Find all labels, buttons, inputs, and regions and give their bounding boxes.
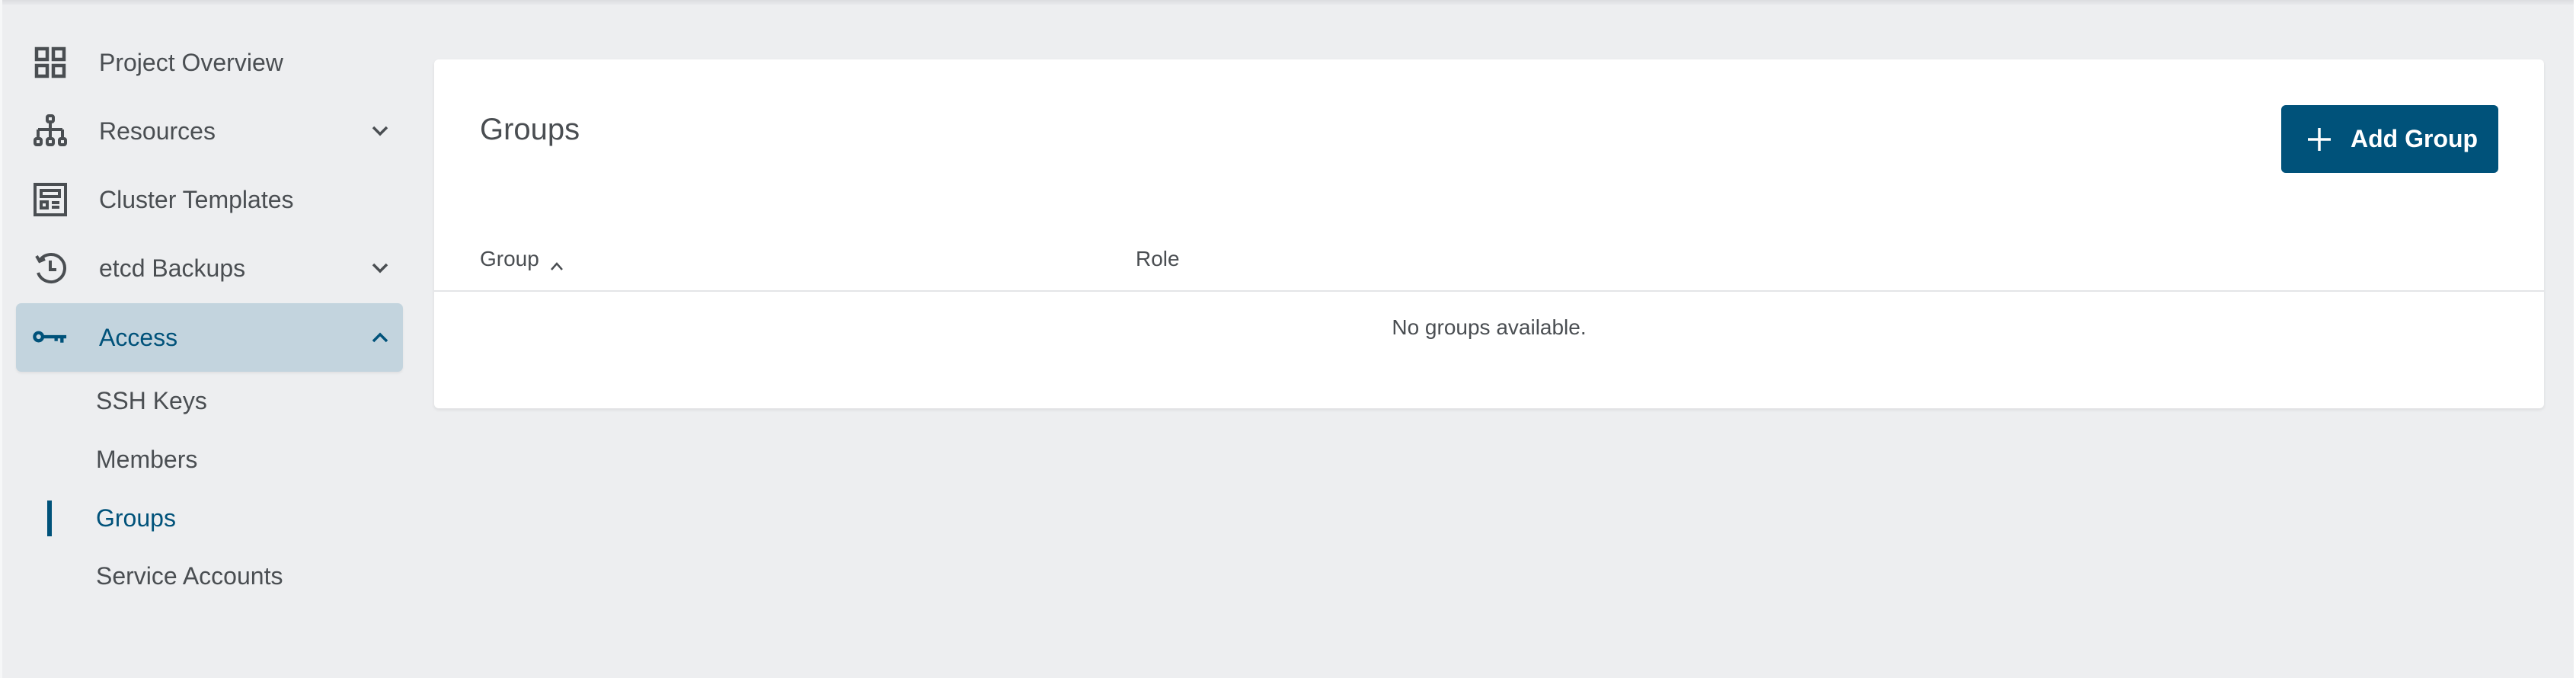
sidebar-item-label: Project Overview (99, 48, 283, 76)
sidebar-item-cluster-templates[interactable]: Cluster Templates (16, 169, 403, 230)
sidebar-subitem-groups[interactable]: Groups (96, 503, 176, 533)
dashboard-grid-icon (33, 45, 68, 80)
empty-state-message: No groups available. (1392, 315, 1587, 339)
active-indicator (47, 501, 52, 536)
column-header-label: Role (1136, 247, 1180, 270)
template-icon (33, 182, 68, 217)
sidebar-subitem-service-accounts[interactable]: Service Accounts (96, 561, 283, 591)
table-header-divider (434, 290, 2544, 292)
groups-card: Groups Add Group Group Role No groups av… (434, 59, 2544, 408)
sidebar-item-project-overview[interactable]: Project Overview (16, 32, 403, 93)
add-group-button-label: Add Group (2351, 125, 2479, 152)
hierarchy-icon (33, 114, 68, 149)
column-header-role: Role (1136, 246, 1180, 272)
chevron-down-icon[interactable] (369, 120, 391, 142)
sidebar-item-label: Access (99, 323, 178, 351)
sidebar-item-label: Cluster Templates (99, 185, 294, 213)
column-header-label: Group (480, 247, 539, 270)
sidebar-item-label: Resources (99, 117, 216, 145)
sidebar-subitem-members[interactable]: Members (96, 444, 197, 475)
history-icon (33, 251, 68, 286)
sort-ascending-icon (550, 252, 564, 270)
column-header-group[interactable]: Group (480, 246, 564, 272)
sidebar: Project Overview Resources Cluster Templ… (0, 0, 411, 678)
sidebar-item-label: etcd Backups (99, 254, 246, 282)
key-icon (33, 320, 68, 355)
page-title: Groups (480, 113, 580, 146)
sidebar-item-etcd-backups[interactable]: etcd Backups (16, 238, 403, 299)
sidebar-item-access[interactable]: Access (16, 303, 403, 372)
chevron-up-icon[interactable] (369, 327, 391, 348)
add-group-button[interactable]: Add Group (2281, 105, 2498, 173)
plus-icon (2307, 127, 2332, 152)
sidebar-subitem-ssh-keys[interactable]: SSH Keys (96, 385, 207, 416)
chevron-down-icon[interactable] (369, 257, 391, 279)
sidebar-item-resources[interactable]: Resources (16, 101, 403, 162)
